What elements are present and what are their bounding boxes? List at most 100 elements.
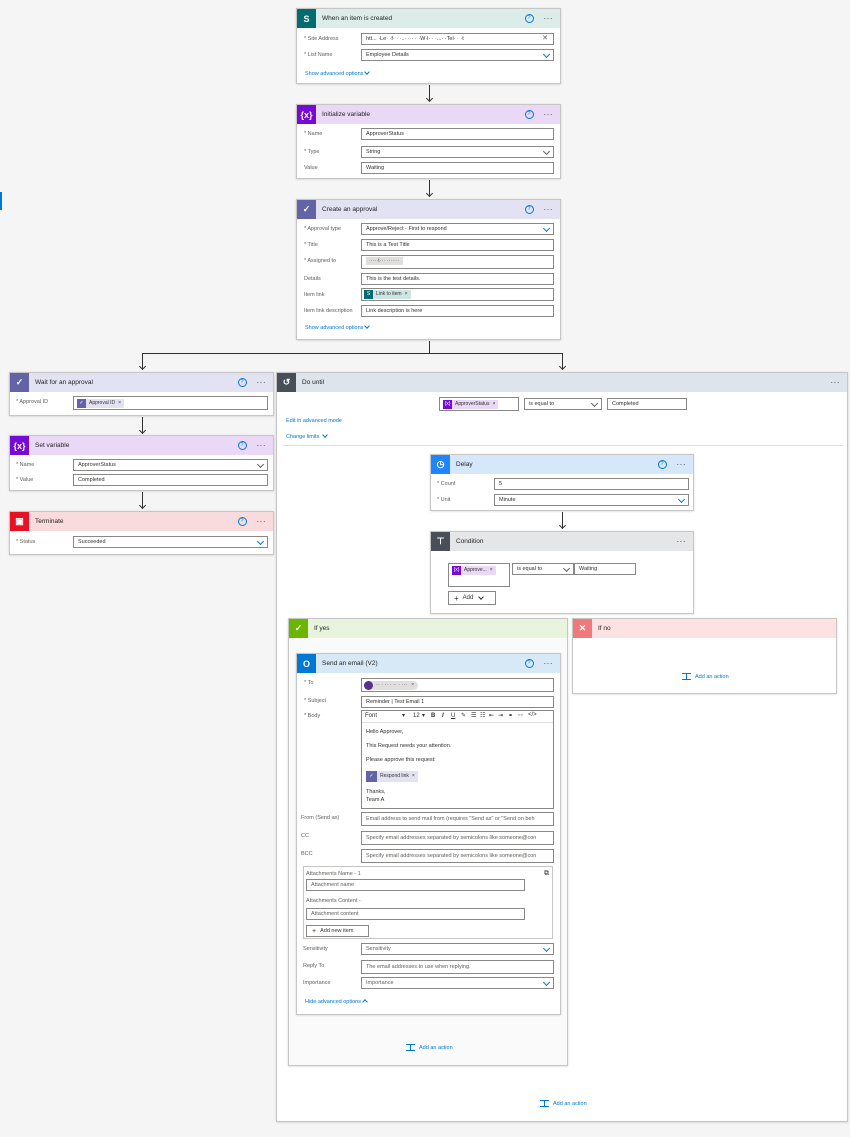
initialize-variable-card[interactable]: {x} Initialize variable ? ··· * Name App…: [296, 104, 561, 179]
set-variable-card[interactable]: {x} Set variable ? ··· * Name ApproverSt…: [9, 435, 274, 491]
condition-operand-right[interactable]: Waiting: [574, 563, 636, 575]
more-options-icon[interactable]: ···: [544, 110, 554, 118]
approval-type-select[interactable]: Approve/Reject - First to respond: [361, 223, 554, 235]
attachment-name-input[interactable]: Attachment name: [306, 879, 525, 891]
recipient-token[interactable]: ·· · ·· · ·· · ··· ×: [364, 680, 419, 690]
more-options-icon[interactable]: ···: [257, 517, 267, 525]
remove-token-icon[interactable]: ×: [412, 773, 415, 779]
set-variable-header[interactable]: {x} Set variable ? ···: [10, 436, 273, 455]
bcc-input[interactable]: Specify email addresses separated by sem…: [361, 849, 554, 863]
underline-icon[interactable]: U: [451, 713, 455, 719]
copy-icon[interactable]: ⧉: [544, 870, 549, 878]
send-email-card[interactable]: O Send an email (V2) ? ··· * To ·· · ·· …: [296, 653, 561, 1015]
add-new-item-button[interactable]: + Add new item: [306, 925, 369, 937]
bold-icon[interactable]: B: [431, 713, 435, 719]
help-icon[interactable]: ?: [524, 110, 534, 119]
cc-input[interactable]: Specify email addresses separated by sem…: [361, 831, 554, 845]
name-select[interactable]: ApproverStatus: [73, 459, 268, 471]
bulleted-list-icon[interactable]: ☰: [471, 712, 476, 719]
approval-id-input[interactable]: ✓ Approval ID ×: [73, 396, 268, 410]
attachment-content-input[interactable]: Attachment content: [306, 908, 525, 920]
sensitivity-select[interactable]: Sensitivity: [361, 943, 554, 955]
decrease-indent-icon[interactable]: ⇤: [489, 712, 494, 719]
font-size-select[interactable]: 12: [413, 713, 420, 719]
status-select[interactable]: Succeeded: [73, 536, 268, 548]
delay-card[interactable]: ◷ Delay ? ··· * Count 5 * Unit Minute: [430, 454, 694, 511]
respond-link-token[interactable]: ✓ Respond link ×: [366, 770, 418, 782]
do-until-operand-left[interactable]: {x} ApproverStatus ×: [439, 397, 519, 411]
trigger-header[interactable]: S When an item is created ? ···: [297, 9, 560, 28]
more-options-icon[interactable]: ···: [257, 441, 267, 449]
name-input[interactable]: ApproverStatus: [361, 128, 554, 140]
site-address-input[interactable]: htt... ·Le· ·f· · ·..· ··· · ·W·l· · ·..…: [361, 33, 554, 45]
more-options-icon[interactable]: ···: [544, 659, 554, 667]
font-select[interactable]: Font: [365, 713, 377, 719]
unlink-icon[interactable]: ⚯: [518, 712, 523, 719]
assigned-to-input[interactable]: ·····t··· ·······: [361, 255, 554, 269]
do-until-header[interactable]: ↺ Do until ···: [277, 373, 847, 392]
change-limits-link[interactable]: Change limits: [286, 434, 319, 440]
condition-operand-left[interactable]: {x} Approve... ×: [448, 563, 510, 587]
condition-operator-select[interactable]: is equal to: [512, 563, 574, 575]
add-an-action-button[interactable]: Add an action: [406, 1044, 453, 1051]
help-icon[interactable]: ?: [524, 14, 534, 23]
numbered-list-icon[interactable]: ☷: [480, 712, 485, 719]
assigned-token[interactable]: ·····t··· ·······: [366, 257, 403, 265]
remove-token-icon[interactable]: ×: [492, 399, 495, 409]
value-input[interactable]: Waiting: [361, 162, 554, 174]
more-options-icon[interactable]: ···: [677, 537, 687, 545]
show-advanced-options-link[interactable]: Show advanced options: [305, 325, 363, 331]
edit-advanced-mode-link[interactable]: Edit in advanced mode: [286, 418, 342, 424]
show-advanced-options-link[interactable]: Show advanced options: [305, 71, 363, 77]
delay-header[interactable]: ◷ Delay ? ···: [431, 455, 693, 474]
help-icon[interactable]: ?: [524, 659, 534, 668]
remove-token-icon[interactable]: ×: [118, 398, 121, 408]
help-icon[interactable]: ?: [237, 378, 247, 387]
italic-icon[interactable]: I: [442, 713, 444, 719]
unit-select[interactable]: Minute: [494, 494, 689, 506]
to-input[interactable]: ·· · ·· · ·· · ··· ×: [361, 678, 554, 692]
link-icon[interactable]: ⚭: [508, 712, 513, 719]
if-yes-header[interactable]: ✓ If yes: [289, 619, 567, 638]
body-editor[interactable]: Font ▾ 12 ▾ B I U ✎ ☰ ☷ ⇤ ⇥ ⚭ ⚯ </> Hell…: [361, 710, 554, 809]
if-no-header[interactable]: ✕ If no: [573, 619, 836, 638]
item-link-description-input[interactable]: Link description is here: [361, 305, 554, 317]
value-input[interactable]: Completed: [73, 474, 268, 486]
link-to-item-token[interactable]: S Link to item ×: [364, 289, 411, 299]
do-until-operand-right[interactable]: Completed: [607, 398, 687, 410]
wait-approval-card[interactable]: ✓ Wait for an approval ? ··· * Approval …: [9, 372, 274, 416]
terminate-card[interactable]: ▣ Terminate ? ··· * Status Succeeded: [9, 511, 274, 555]
create-approval-card[interactable]: ✓ Create an approval ? ··· * Approval ty…: [296, 199, 561, 340]
do-until-operator-select[interactable]: is equal to: [524, 398, 602, 410]
init-var-header[interactable]: {x} Initialize variable ? ···: [297, 105, 560, 124]
trigger-card[interactable]: S When an item is created ? ··· * Site A…: [296, 8, 561, 84]
approval-id-token[interactable]: ✓ Approval ID ×: [77, 398, 125, 408]
help-icon[interactable]: ?: [237, 441, 247, 450]
condition-header[interactable]: ⊤ Condition ···: [431, 532, 693, 551]
code-view-icon[interactable]: </>: [528, 712, 537, 718]
type-select[interactable]: String: [361, 146, 554, 158]
terminate-header[interactable]: ▣ Terminate ? ···: [10, 512, 273, 531]
more-options-icon[interactable]: ···: [677, 460, 687, 468]
details-input[interactable]: This is the test details.: [361, 273, 554, 285]
send-email-header[interactable]: O Send an email (V2) ? ···: [297, 654, 560, 673]
add-an-action-button[interactable]: Add an action: [682, 673, 729, 680]
importance-select[interactable]: Importance: [361, 977, 554, 989]
hide-advanced-options-link[interactable]: Hide advanced options: [305, 999, 361, 1005]
if-no-branch[interactable]: ✕ If no Add an action: [572, 618, 837, 694]
approver-status-token[interactable]: {x} ApproverStatus ×: [443, 399, 499, 409]
add-an-action-button[interactable]: Add an action: [540, 1100, 587, 1107]
item-link-input[interactable]: S Link to item ×: [361, 288, 554, 301]
condition-card[interactable]: ⊤ Condition ··· {x} Approve... × is equa…: [430, 531, 694, 614]
help-icon[interactable]: ?: [524, 205, 534, 214]
add-condition-button[interactable]: + Add: [448, 591, 496, 605]
help-icon[interactable]: ?: [657, 460, 667, 469]
from-input[interactable]: Email address to send mail from (require…: [361, 812, 554, 826]
help-icon[interactable]: ?: [237, 517, 247, 526]
highlight-icon[interactable]: ✎: [461, 712, 466, 719]
increase-indent-icon[interactable]: ⇥: [498, 712, 503, 719]
subject-input[interactable]: Reminder | Test Email 1: [361, 696, 554, 708]
list-name-select[interactable]: Employee Details: [361, 49, 554, 61]
chevron-down-icon[interactable]: ▾: [422, 712, 425, 719]
wait-approval-header[interactable]: ✓ Wait for an approval ? ···: [10, 373, 273, 392]
